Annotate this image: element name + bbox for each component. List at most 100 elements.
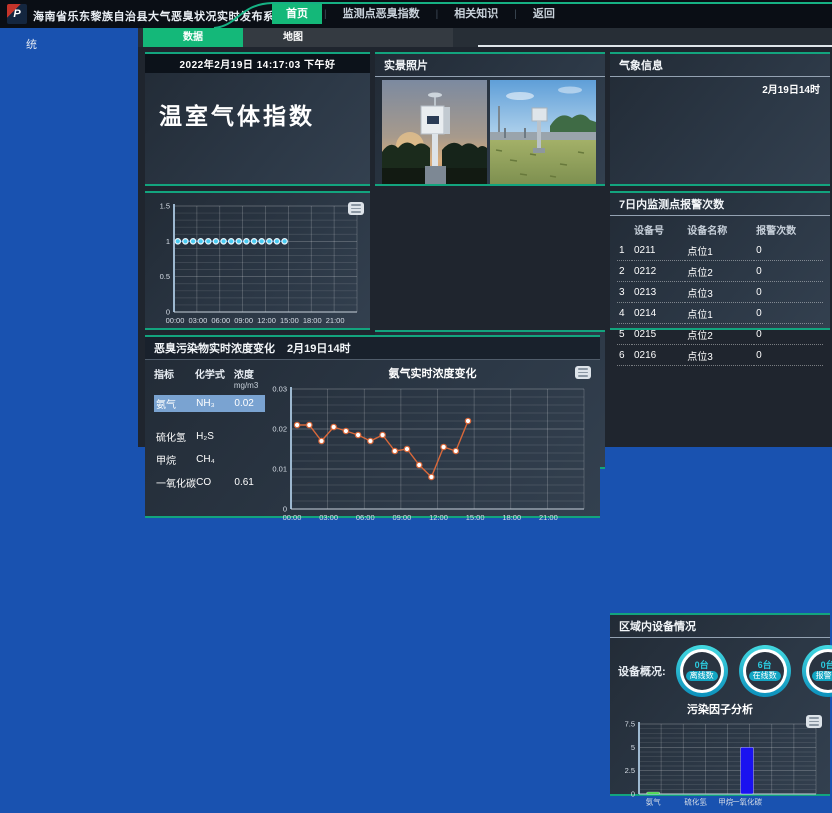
pollutant-formula: CO bbox=[196, 477, 234, 488]
table-row[interactable]: 60216点位30 bbox=[617, 345, 823, 366]
pollutant-row[interactable]: 氨气NH₃0.02 bbox=[154, 395, 265, 412]
device-overview: 设备概况: 0台离线数6台在线数0台报警数 bbox=[610, 638, 830, 697]
nav-separator: | bbox=[434, 9, 441, 20]
pollution-factor-title: 污染因子分析 bbox=[610, 697, 830, 718]
svg-text:2.5: 2.5 bbox=[625, 766, 635, 775]
svg-text:5: 5 bbox=[631, 743, 635, 752]
pollutant-formula: H₂S bbox=[196, 431, 234, 442]
svg-text:09:00: 09:00 bbox=[234, 316, 253, 325]
svg-text:7.5: 7.5 bbox=[625, 720, 635, 729]
col-index bbox=[617, 219, 632, 240]
svg-text:硫化氢: 硫化氢 bbox=[684, 797, 707, 807]
weather-timestamp: 2月19日14时 bbox=[610, 77, 830, 96]
site-photo-sunset[interactable] bbox=[382, 80, 487, 184]
cell-device-name: 点位2 bbox=[685, 324, 754, 345]
app-title: 海南省乐东黎族自治县大气恶臭状况实时发布系 bbox=[33, 8, 275, 24]
svg-text:06:00: 06:00 bbox=[211, 316, 230, 325]
cell-device-id: 0213 bbox=[632, 282, 685, 303]
nav-item-3[interactable]: 相关知识 bbox=[440, 4, 512, 24]
circle-ring: 6台在线数 bbox=[743, 649, 787, 693]
col-1: 设备号 bbox=[632, 219, 685, 240]
cell-device-name: 点位1 bbox=[685, 303, 754, 324]
chart-toolbox-menu-icon[interactable] bbox=[348, 202, 364, 215]
device-stat-circles: 0台离线数6台在线数0台报警数 bbox=[676, 645, 832, 697]
panel-title: 恶臭污染物实时浓度变化 bbox=[154, 340, 275, 356]
svg-text:18:00: 18:00 bbox=[303, 316, 322, 325]
ammonia-chart-area: 氨气实时浓度变化 00.010.020.0300:0003:0006:0009:… bbox=[265, 362, 600, 529]
svg-text:18:00: 18:00 bbox=[502, 513, 521, 522]
pollutant-formula: CH₄ bbox=[196, 454, 234, 465]
pollutant-name: 氨气 bbox=[156, 396, 196, 411]
tab-2[interactable]: 地图 bbox=[243, 28, 343, 47]
nav-item-2[interactable]: 监测点恶臭指数 bbox=[329, 4, 434, 24]
panel-title: 实景照片 bbox=[375, 54, 605, 77]
pollutant-value: 0.61 bbox=[234, 477, 265, 488]
device-count: 6台 bbox=[758, 661, 772, 670]
alarm-table-head: 设备号设备名称报警次数 bbox=[617, 219, 823, 240]
ammonia-chart-title: 氨气实时浓度变化 bbox=[265, 362, 600, 382]
cell-alarm-count: 0 bbox=[754, 240, 823, 261]
nav-separator: | bbox=[322, 9, 329, 20]
col-3: 报警次数 bbox=[754, 219, 823, 240]
cell-index: 3 bbox=[617, 282, 632, 303]
cell-index: 2 bbox=[617, 261, 632, 282]
svg-text:一氧化碳: 一氧化碳 bbox=[732, 797, 762, 807]
panel-weather-info: 气象信息 2月19日14时 bbox=[610, 52, 830, 186]
tab-filler bbox=[343, 28, 453, 47]
table-row[interactable]: 20212点位20 bbox=[617, 261, 823, 282]
table-row[interactable]: 40214点位10 bbox=[617, 303, 823, 324]
site-photo-field[interactable] bbox=[490, 80, 596, 184]
cell-device-id: 0211 bbox=[632, 240, 685, 261]
cell-device-name: 点位3 bbox=[685, 345, 754, 366]
chart-toolbox-menu-icon[interactable] bbox=[806, 715, 822, 728]
cell-alarm-count: 0 bbox=[754, 345, 823, 366]
chart-toolbox-menu-icon[interactable] bbox=[575, 366, 591, 379]
cell-index: 5 bbox=[617, 324, 632, 345]
table-row[interactable]: 30213点位30 bbox=[617, 282, 823, 303]
svg-text:氨气: 氨气 bbox=[646, 797, 661, 807]
svg-text:00:00: 00:00 bbox=[283, 513, 302, 522]
device-count-label: 报警数 bbox=[812, 671, 832, 681]
pollution-factor-chart: 02.557.5氨气硫化氢甲烷一氧化碳 bbox=[615, 718, 823, 808]
device-count: 0台 bbox=[821, 661, 832, 670]
col-concentration: 浓度 mg/m3 bbox=[234, 366, 265, 390]
svg-text:21:00: 21:00 bbox=[539, 513, 558, 522]
panel-title: 气象信息 bbox=[610, 54, 830, 77]
nav-item-1[interactable]: 首页 bbox=[272, 4, 322, 24]
pollutant-table-header: 指标 化学式 浓度 mg/m3 bbox=[154, 366, 265, 390]
device-count-label: 在线数 bbox=[749, 671, 781, 681]
photo-strip bbox=[375, 77, 605, 187]
cell-alarm-count: 0 bbox=[754, 303, 823, 324]
cell-alarm-count: 0 bbox=[754, 261, 823, 282]
panel-title: 区域内设备情况 bbox=[610, 615, 830, 638]
sidebar-label: 统 bbox=[0, 28, 138, 52]
tab-bar: 数据地图 bbox=[138, 28, 832, 47]
svg-text:15:00: 15:00 bbox=[280, 316, 299, 325]
app-logo: P bbox=[7, 4, 27, 24]
pollutant-formula: NH₃ bbox=[196, 398, 234, 409]
device-count: 0台 bbox=[695, 661, 709, 670]
pollutant-row[interactable]: 一氧化碳CO0.61 bbox=[154, 474, 265, 491]
table-row[interactable]: 10211点位10 bbox=[617, 240, 823, 261]
ammonia-trend-chart: 00.010.020.0300:0003:0006:0009:0012:0015… bbox=[265, 382, 591, 524]
pollutant-row[interactable]: 硫化氢H₂S bbox=[154, 428, 265, 445]
svg-text:0.5: 0.5 bbox=[160, 272, 170, 281]
nav-item-4[interactable]: 返回 bbox=[519, 4, 569, 24]
cell-device-id: 0214 bbox=[632, 303, 685, 324]
sidebar: 统 bbox=[0, 28, 138, 520]
tab-1[interactable]: 数据 bbox=[143, 28, 243, 47]
circle-center: 0台离线数 bbox=[683, 652, 721, 690]
panel-alarm-counts: 7日内监测点报警次数 设备号设备名称报警次数 10211点位1020212点位2… bbox=[610, 191, 830, 330]
top-header: P 海南省乐东黎族自治县大气恶臭状况实时发布系 首页|监测点恶臭指数|相关知识|… bbox=[0, 0, 832, 28]
pollutant-body: 指标 化学式 浓度 mg/m3 氨气NH₃0.02 硫化氢H₂S 甲烷CH₄ 一氧化碳… bbox=[145, 360, 600, 529]
cell-device-name: 点位1 bbox=[685, 240, 754, 261]
pollutant-row[interactable]: 甲烷CH₄ bbox=[154, 451, 265, 468]
device-stat-circle: 0台离线数 bbox=[676, 645, 728, 697]
svg-text:09:00: 09:00 bbox=[392, 513, 411, 522]
device-stat-circle: 0台报警数 bbox=[802, 645, 832, 697]
svg-text:0.03: 0.03 bbox=[272, 385, 287, 394]
panel-device-status: 区域内设备情况 设备概况: 0台离线数6台在线数0台报警数 污染因子分析 02.… bbox=[610, 613, 830, 796]
table-row[interactable]: 50215点位20 bbox=[617, 324, 823, 345]
logo-icon: P bbox=[13, 8, 20, 20]
device-overview-label: 设备概况: bbox=[618, 663, 666, 679]
